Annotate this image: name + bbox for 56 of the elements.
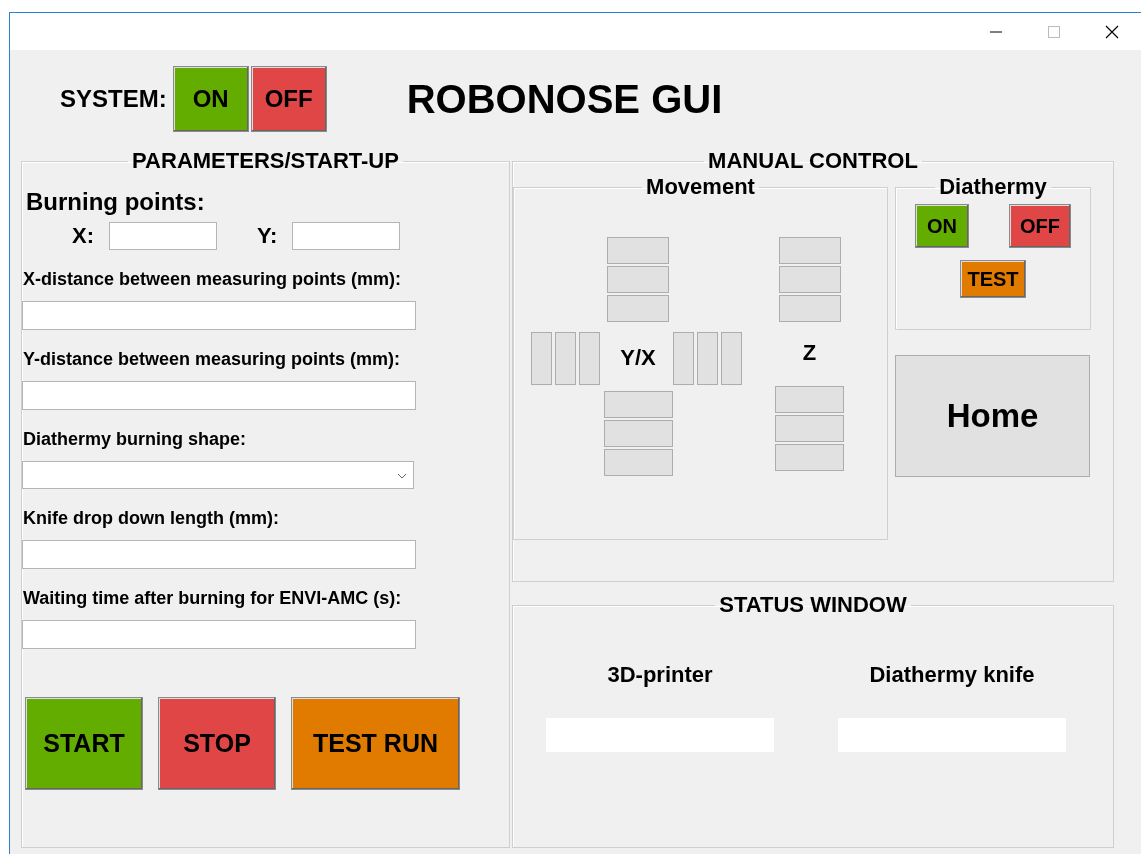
input-field[interactable] xyxy=(109,222,217,250)
system-toggle-button[interactable]: OFF xyxy=(250,66,327,132)
status-label: 3D-printer xyxy=(607,662,713,688)
jog-button[interactable] xyxy=(778,237,841,264)
jog-button[interactable] xyxy=(603,420,673,447)
jog-button[interactable] xyxy=(603,391,673,418)
jog-button[interactable] xyxy=(721,331,742,385)
jog-button[interactable] xyxy=(607,295,669,322)
jog-button[interactable] xyxy=(531,331,552,385)
field-label: X: xyxy=(72,223,94,249)
action-button[interactable]: STOP xyxy=(158,697,276,790)
field-label: Y: xyxy=(257,223,278,249)
input-field[interactable] xyxy=(22,301,416,330)
input-field[interactable] xyxy=(292,222,401,250)
jog-button[interactable] xyxy=(555,331,576,385)
jog-button[interactable] xyxy=(607,266,669,293)
axis-label: Y/X xyxy=(620,345,656,371)
field-label: Waiting time after burning for ENVI-AMC (s): xyxy=(23,588,403,609)
diathermy-button[interactable]: TEST xyxy=(960,260,1026,298)
jog-button[interactable] xyxy=(607,237,669,264)
jog-button[interactable] xyxy=(778,295,841,322)
dropdown[interactable] xyxy=(22,461,414,489)
app-title: ROBONOSE GUI xyxy=(406,76,723,122)
jog-button[interactable] xyxy=(775,444,844,471)
system-toggle-button[interactable]: ON xyxy=(172,66,249,132)
group-title: Diathermy xyxy=(938,174,1048,200)
jog-button[interactable] xyxy=(697,331,718,385)
maximize-icon[interactable] xyxy=(1047,24,1061,39)
field-label: Burning points: xyxy=(26,188,206,216)
input-field[interactable] xyxy=(22,381,416,410)
input-field[interactable] xyxy=(22,620,416,649)
action-button[interactable]: START xyxy=(25,697,143,790)
input-field[interactable] xyxy=(22,540,416,569)
action-button[interactable]: TEST RUN xyxy=(291,697,460,790)
diathermy-button[interactable]: ON xyxy=(915,204,969,248)
status-label: Diathermy knife xyxy=(869,662,1035,688)
home-button[interactable]: Home xyxy=(895,355,1090,477)
group-title: Movement xyxy=(645,174,756,200)
field-label: Knife drop down length (mm): xyxy=(23,508,280,529)
group-title: STATUS WINDOW xyxy=(718,592,908,618)
jog-button[interactable] xyxy=(775,415,844,442)
field-label: Y-distance between measuring points (mm): xyxy=(23,349,402,370)
jog-button[interactable] xyxy=(775,386,844,413)
jog-button[interactable] xyxy=(673,331,694,385)
caret-icon xyxy=(397,473,407,479)
field-label: Diathermy burning shape: xyxy=(23,429,248,450)
group-title: MANUAL CONTROL xyxy=(707,148,919,174)
system-label: SYSTEM: xyxy=(60,85,167,113)
jog-button[interactable] xyxy=(603,449,673,476)
axis-label: Z xyxy=(802,339,817,367)
jog-button[interactable] xyxy=(579,331,600,385)
diathermy-button[interactable]: OFF xyxy=(1009,204,1071,248)
jog-button[interactable] xyxy=(778,266,841,293)
field-label: X-distance between measuring points (mm): xyxy=(23,269,403,290)
close-icon[interactable] xyxy=(1105,24,1119,39)
group-title: PARAMETERS/START-UP xyxy=(131,148,400,174)
